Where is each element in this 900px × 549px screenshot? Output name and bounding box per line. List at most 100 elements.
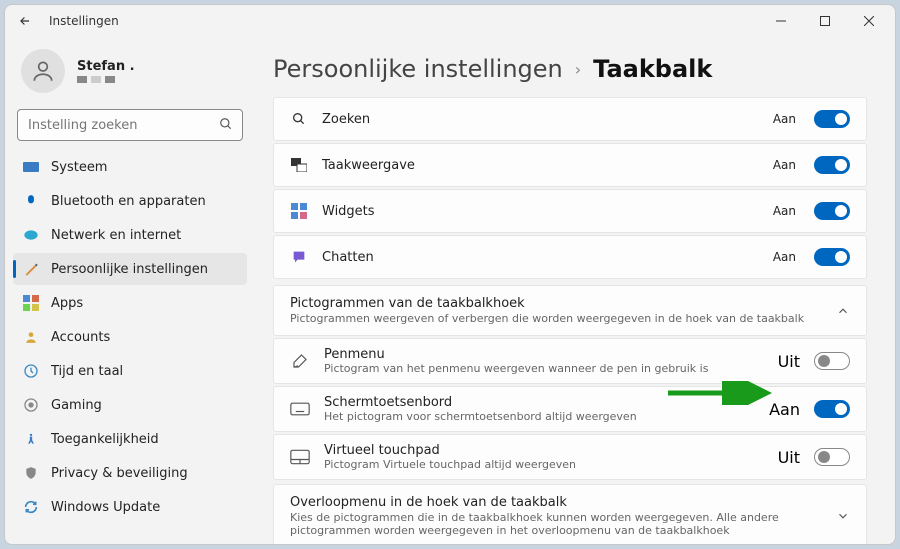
corner-item-row: Virtueel touchpad Pictogram Virtuele tou… bbox=[273, 434, 867, 480]
toggle-state-label: Uit bbox=[778, 352, 800, 371]
taskbar-items-group: Zoeken Aan Taakweergave Aan Widgets Aan … bbox=[273, 97, 867, 279]
corner-items-group: Penmenu Pictogram van het penmenu weerge… bbox=[273, 338, 867, 480]
toggle-switch[interactable] bbox=[814, 400, 850, 418]
breadcrumb-parent[interactable]: Persoonlijke instellingen bbox=[273, 55, 563, 83]
avatar bbox=[21, 49, 65, 93]
widgets-icon bbox=[290, 202, 308, 220]
toggle-state-label: Uit bbox=[778, 448, 800, 467]
keyboard-icon bbox=[290, 402, 310, 416]
sidebar-item-4[interactable]: Apps bbox=[13, 287, 247, 319]
taskbar-item-row: Widgets Aan bbox=[273, 189, 867, 233]
nav-icon bbox=[23, 193, 39, 209]
main-content: Persoonlijke instellingen › Taakbalk Zoe… bbox=[255, 37, 895, 544]
toggle-switch[interactable] bbox=[814, 110, 850, 128]
toggle-state-label: Aan bbox=[773, 250, 796, 264]
sidebar-item-label: Systeem bbox=[51, 160, 107, 175]
corner-item-row: Schermtoetsenbord Het pictogram voor sch… bbox=[273, 386, 867, 432]
window-controls bbox=[759, 5, 891, 37]
user-subtitle bbox=[77, 76, 135, 83]
breadcrumb: Persoonlijke instellingen › Taakbalk bbox=[273, 55, 867, 83]
maximize-button[interactable] bbox=[803, 5, 847, 37]
toggle-state-label: Aan bbox=[773, 158, 796, 172]
section-subtitle: Kies de pictogrammen die in de taakbalkh… bbox=[290, 511, 822, 537]
corner-item-row: Penmenu Pictogram van het penmenu weerge… bbox=[273, 338, 867, 384]
sidebar-item-8[interactable]: Toegankelijkheid bbox=[13, 423, 247, 455]
minimize-icon bbox=[776, 16, 786, 26]
nav-icon bbox=[23, 363, 39, 379]
row-title: Virtueel touchpad bbox=[324, 443, 764, 458]
section-subtitle: Pictogrammen weergeven of verbergen die … bbox=[290, 312, 822, 325]
row-subtitle: Pictogram Virtuele touchpad altijd weerg… bbox=[324, 458, 764, 471]
user-name: Stefan . bbox=[77, 59, 135, 74]
sidebar-item-0[interactable]: Systeem bbox=[13, 151, 247, 183]
taskview-icon bbox=[290, 156, 308, 174]
sidebar-item-label: Privacy & beveiliging bbox=[51, 466, 188, 481]
sidebar-item-label: Apps bbox=[51, 296, 83, 311]
minimize-button[interactable] bbox=[759, 5, 803, 37]
app-title: Instellingen bbox=[49, 14, 119, 28]
sidebar-item-3[interactable]: Persoonlijke instellingen bbox=[13, 253, 247, 285]
sidebar-item-6[interactable]: Tijd en taal bbox=[13, 355, 247, 387]
search-container bbox=[17, 109, 243, 141]
row-title: Schermtoetsenbord bbox=[324, 395, 755, 410]
pen-icon bbox=[290, 352, 310, 370]
titlebar: Instellingen bbox=[5, 5, 895, 37]
chevron-up-icon bbox=[836, 304, 850, 318]
sidebar-item-10[interactable]: Windows Update bbox=[13, 491, 247, 523]
sidebar-item-9[interactable]: Privacy & beveiliging bbox=[13, 457, 247, 489]
row-label: Chatten bbox=[322, 250, 374, 265]
arrow-left-icon bbox=[18, 14, 32, 28]
chevron-right-icon: › bbox=[575, 60, 581, 79]
search-icon bbox=[219, 117, 233, 131]
row-label: Widgets bbox=[322, 204, 375, 219]
nav-icon bbox=[23, 397, 39, 413]
sidebar: Stefan . Systeem Bluetooth en apparaten Ne… bbox=[5, 37, 255, 544]
nav-icon bbox=[23, 329, 39, 345]
sidebar-item-label: Persoonlijke instellingen bbox=[51, 262, 208, 277]
sidebar-item-label: Tijd en taal bbox=[51, 364, 123, 379]
nav-icon bbox=[23, 295, 39, 311]
nav-icon bbox=[23, 465, 39, 481]
breadcrumb-current: Taakbalk bbox=[593, 55, 712, 83]
nav-icon bbox=[23, 431, 39, 447]
sidebar-item-2[interactable]: Netwerk en internet bbox=[13, 219, 247, 251]
section-title: Pictogrammen van de taakbalkhoek bbox=[290, 296, 822, 311]
overflow-section-header[interactable]: Overloopmenu in de hoek van de taakbalk … bbox=[273, 484, 867, 544]
sidebar-item-7[interactable]: Gaming bbox=[13, 389, 247, 421]
corner-icons-section-header[interactable]: Pictogrammen van de taakbalkhoek Pictogr… bbox=[273, 285, 867, 336]
toggle-switch[interactable] bbox=[814, 156, 850, 174]
toggle-state-label: Aan bbox=[773, 204, 796, 218]
sidebar-item-label: Netwerk en internet bbox=[51, 228, 181, 243]
toggle-state-label: Aan bbox=[773, 112, 796, 126]
sidebar-item-5[interactable]: Accounts bbox=[13, 321, 247, 353]
nav-icon bbox=[23, 227, 39, 243]
touchpad-icon bbox=[290, 449, 310, 465]
row-subtitle: Pictogram van het penmenu weergeven wann… bbox=[324, 362, 764, 375]
taskbar-item-row: Chatten Aan bbox=[273, 235, 867, 279]
sidebar-item-label: Bluetooth en apparaten bbox=[51, 194, 206, 209]
row-label: Taakweergave bbox=[322, 158, 415, 173]
toggle-switch[interactable] bbox=[814, 202, 850, 220]
close-button[interactable] bbox=[847, 5, 891, 37]
toggle-switch[interactable] bbox=[814, 248, 850, 266]
nav-icon bbox=[23, 261, 39, 277]
chevron-down-icon bbox=[836, 509, 850, 523]
close-icon bbox=[864, 16, 874, 26]
maximize-icon bbox=[820, 16, 830, 26]
search-icon bbox=[290, 110, 308, 128]
taskbar-item-row: Taakweergave Aan bbox=[273, 143, 867, 187]
sidebar-item-label: Gaming bbox=[51, 398, 102, 413]
back-button[interactable] bbox=[9, 5, 41, 37]
toggle-switch[interactable] bbox=[814, 352, 850, 370]
person-icon bbox=[30, 58, 56, 84]
taskbar-item-row: Zoeken Aan bbox=[273, 97, 867, 141]
sidebar-item-label: Windows Update bbox=[51, 500, 160, 515]
settings-window: Instellingen Stefan . bbox=[4, 4, 896, 545]
user-account-row[interactable]: Stefan . bbox=[13, 37, 247, 109]
sidebar-item-1[interactable]: Bluetooth en apparaten bbox=[13, 185, 247, 217]
search-input[interactable] bbox=[17, 109, 243, 141]
toggle-switch[interactable] bbox=[814, 448, 850, 466]
section-title: Overloopmenu in de hoek van de taakbalk bbox=[290, 495, 822, 510]
sidebar-item-label: Toegankelijkheid bbox=[51, 432, 159, 447]
sidebar-nav: Systeem Bluetooth en apparaten Netwerk en … bbox=[13, 151, 247, 523]
